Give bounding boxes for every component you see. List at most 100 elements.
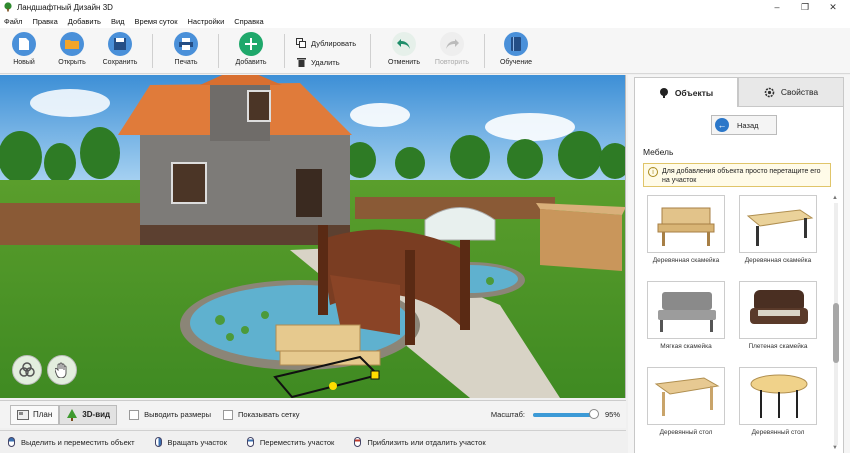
tree-3d-icon <box>67 408 78 421</box>
show-sizes-box[interactable] <box>129 409 140 420</box>
scroll-thumb[interactable] <box>833 303 839 363</box>
tab-properties-label: Свойства <box>780 87 819 97</box>
learn-label: Обучение <box>499 59 532 66</box>
book-icon <box>504 32 528 56</box>
scale-slider-handle[interactable] <box>588 408 599 419</box>
new-label: Новый <box>13 59 35 66</box>
new-button[interactable]: Новый <box>0 32 48 72</box>
rotate-view-button[interactable] <box>12 355 42 385</box>
soft-bench-thumbnail <box>647 281 725 339</box>
print-label: Печать <box>174 59 198 66</box>
status-rotate-hint: Вращать участок <box>154 437 227 447</box>
furniture-item[interactable]: Мягкая скамейка <box>643 281 729 361</box>
objects-tree-icon <box>659 87 668 98</box>
window-title: Ландшафтный Дизайн 3D <box>17 2 113 12</box>
toolbar-separator <box>370 34 371 68</box>
furniture-item[interactable]: Плетеная скамейка <box>735 281 821 361</box>
show-grid-checkbox[interactable]: Показывать сетку <box>223 409 299 420</box>
menu-settings[interactable]: Настройки <box>187 17 224 26</box>
furniture-item[interactable]: Деревянный стол <box>735 367 821 447</box>
menu-edit[interactable]: Правка <box>32 17 57 26</box>
plank-bench-thumbnail <box>739 195 817 253</box>
view-3d-tab[interactable]: 3D-вид <box>59 404 118 425</box>
toolbar-separator <box>218 34 219 68</box>
plan-icon <box>17 409 29 420</box>
menu-file[interactable]: Файл <box>4 17 22 26</box>
menu-view[interactable]: Вид <box>111 17 125 26</box>
drag-hint: i Для добавления объекта просто перетащи… <box>643 163 831 187</box>
wicker-bench-thumbnail <box>739 281 817 339</box>
show-sizes-checkbox[interactable]: Выводить размеры <box>129 409 211 420</box>
add-button[interactable]: Добавить <box>227 32 275 72</box>
scale-control: Масштаб: 95% <box>491 408 620 419</box>
furniture-scrollbar[interactable]: ▲ ▼ <box>832 195 840 453</box>
wooden-table-thumbnail <box>647 367 725 425</box>
undo-label: Отменить <box>388 59 420 66</box>
pan-view-button[interactable] <box>47 355 77 385</box>
back-arrow-icon: ← <box>715 118 729 132</box>
scale-slider[interactable] <box>532 408 599 419</box>
status-zoom-hint: Приблизить или отдалить участок <box>354 437 486 447</box>
learn-button[interactable]: Обучение <box>492 32 540 72</box>
furniture-item-label: Деревянная скамейка <box>744 257 812 264</box>
plan-view-tab[interactable]: План <box>10 404 60 425</box>
status-select-label: Выделить и переместить объект <box>21 437 135 447</box>
redo-label: Повторить <box>434 59 470 66</box>
drag-hint-text: Для добавления объекта просто перетащите… <box>662 168 821 184</box>
save-disk-icon <box>108 32 132 56</box>
tab-objects[interactable]: Объекты <box>634 77 738 107</box>
plan-view-label: План <box>33 410 53 419</box>
objects-panel-body: ← Назад Мебель i Для добавления объекта … <box>634 107 844 453</box>
undo-button[interactable]: Отменить <box>380 32 428 72</box>
back-label: Назад <box>737 120 759 130</box>
status-bar: Выделить и переместить объект Вращать уч… <box>0 430 626 453</box>
redo-button[interactable]: Повторить <box>428 32 476 72</box>
section-title: Мебель <box>643 147 674 157</box>
minimize-icon[interactable]: – <box>764 0 790 14</box>
status-zoom-label: Приблизить или отдалить участок <box>367 437 486 447</box>
show-sizes-label: Выводить размеры <box>144 410 211 419</box>
open-folder-icon <box>60 32 84 56</box>
add-label: Добавить <box>235 59 267 66</box>
status-move-label: Переместить участок <box>259 437 335 447</box>
status-select-hint: Выделить и переместить объект <box>8 437 135 447</box>
print-button[interactable]: Печать <box>162 32 210 72</box>
menu-time-of-day[interactable]: Время суток <box>135 17 178 26</box>
furniture-item-label: Деревянная скамейка <box>652 257 720 264</box>
title-bar: Ландшафтный Дизайн 3D – ❐ ✕ <box>0 0 850 14</box>
furniture-item[interactable]: Деревянный стол <box>643 367 729 447</box>
objects-panel: Объекты Свойства ← Назад Мебель i Для до… <box>628 75 850 453</box>
show-grid-box[interactable] <box>223 409 233 420</box>
save-button[interactable]: Сохранить <box>96 32 144 72</box>
rotate-cluster-icon <box>19 362 35 377</box>
open-button[interactable]: Открыть <box>48 32 96 72</box>
redo-arrow-icon <box>440 32 464 56</box>
furniture-item[interactable]: Деревянная скамейка <box>643 195 729 275</box>
scale-slider-fill <box>532 412 594 417</box>
printer-icon <box>174 32 198 56</box>
furniture-item-label: Плетеная скамейка <box>748 343 808 350</box>
menu-help[interactable]: Справка <box>234 17 263 26</box>
menu-add[interactable]: Добавить <box>68 17 101 26</box>
tab-objects-label: Объекты <box>674 87 714 98</box>
duplicate-button[interactable]: Дублировать <box>296 37 356 49</box>
duplicate-icon <box>296 38 306 48</box>
plus-icon <box>239 32 263 56</box>
toolbar-separator <box>152 34 153 68</box>
back-button[interactable]: ← Назад <box>711 115 777 135</box>
view-bar: План 3D-вид Выводить размеры Показывать … <box>0 400 626 428</box>
furniture-item-label: Деревянный стол <box>659 429 713 436</box>
delete-button[interactable]: Удалить <box>296 56 340 68</box>
restore-icon[interactable]: ❐ <box>792 0 818 14</box>
close-icon[interactable]: ✕ <box>820 0 846 14</box>
furniture-item-label: Деревянный стол <box>751 429 805 436</box>
tab-properties[interactable]: Свойства <box>738 77 844 107</box>
viewport-3d[interactable] <box>0 75 626 398</box>
toolbar: Новый Открыть Сохранить Печать Добавить … <box>0 28 850 74</box>
save-label: Сохранить <box>102 59 138 66</box>
furniture-item[interactable]: Деревянная скамейка <box>735 195 821 275</box>
toolbar-separator <box>284 34 285 68</box>
scroll-down-icon[interactable]: ▼ <box>832 445 838 451</box>
scroll-up-icon[interactable]: ▲ <box>832 195 838 201</box>
mouse-left-icon <box>8 437 15 447</box>
